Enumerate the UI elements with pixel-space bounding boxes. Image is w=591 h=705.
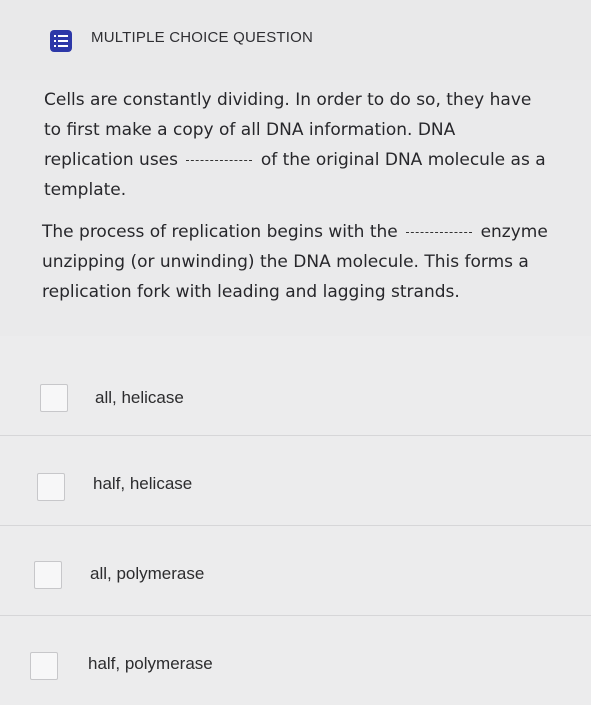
question-paragraph-1: Cells are constantly dividing. In order … <box>44 85 549 205</box>
answer-option-label: half, helicase <box>93 474 193 493</box>
answer-option[interactable]: all, polymerase <box>0 525 591 615</box>
checkbox[interactable] <box>34 561 62 589</box>
answer-option-label: all, helicase <box>95 388 184 407</box>
list-icon <box>50 30 72 52</box>
answer-option[interactable]: all, helicase <box>0 336 591 435</box>
question-paragraph-2: The process of replication begins with t… <box>42 217 552 307</box>
question-type-label: MULTIPLE CHOICE QUESTION <box>91 29 314 46</box>
answer-option-label: half, polymerase <box>88 654 213 673</box>
answer-option[interactable]: half, polymerase <box>0 615 591 705</box>
answer-option[interactable]: half, helicase <box>0 435 591 525</box>
answer-options: all, helicase half, helicase all, polyme… <box>0 336 591 705</box>
checkbox[interactable] <box>37 473 65 501</box>
answer-option-label: all, polymerase <box>90 564 205 583</box>
checkbox[interactable] <box>40 384 68 412</box>
checkbox[interactable] <box>30 652 58 680</box>
answer-blank <box>406 231 473 233</box>
question-text: The process of replication begins with t… <box>42 222 398 242</box>
question-body: Cells are constantly dividing. In order … <box>0 80 591 336</box>
answer-blank <box>186 159 253 161</box>
question-header: MULTIPLE CHOICE QUESTION <box>0 0 591 81</box>
